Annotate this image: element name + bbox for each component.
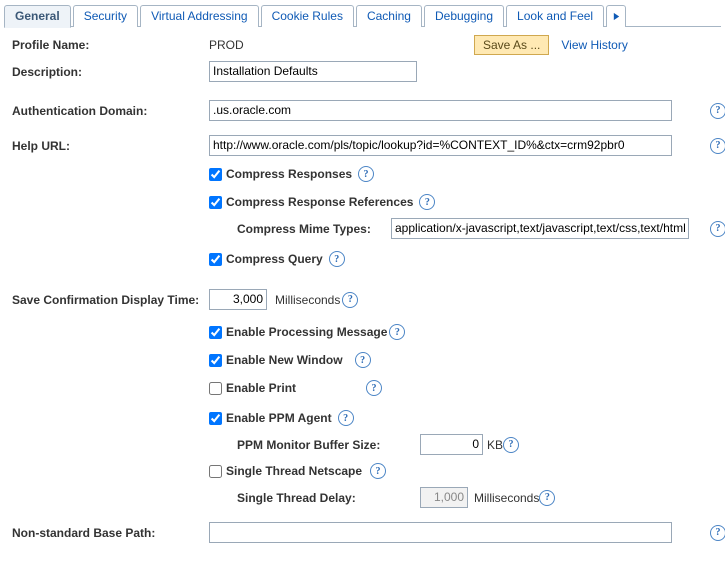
- help-icon[interactable]: ?: [539, 490, 555, 506]
- tab-virtual-addressing[interactable]: Virtual Addressing: [140, 5, 259, 27]
- description-input[interactable]: [209, 61, 417, 82]
- help-icon[interactable]: ?: [366, 380, 382, 396]
- enable-print-label: Enable Print: [226, 381, 296, 395]
- tab-debugging[interactable]: Debugging: [424, 5, 504, 27]
- non-std-base-input[interactable]: [209, 522, 672, 543]
- ms-unit: Milliseconds: [474, 491, 539, 505]
- help-icon[interactable]: ?: [389, 324, 405, 340]
- help-icon[interactable]: ?: [419, 194, 435, 210]
- profile-name-label: Profile Name:: [12, 38, 209, 52]
- enable-print-checkbox[interactable]: [209, 382, 222, 395]
- help-icon[interactable]: ?: [338, 410, 354, 426]
- view-history-link[interactable]: View History: [561, 38, 627, 52]
- compress-mime-types-label: Compress Mime Types:: [237, 222, 387, 236]
- help-icon[interactable]: ?: [710, 221, 725, 237]
- save-conf-time-input[interactable]: [209, 289, 267, 310]
- help-icon[interactable]: ?: [710, 103, 725, 119]
- tab-bar: General Security Virtual Addressing Cook…: [4, 4, 721, 27]
- tab-general[interactable]: General: [4, 5, 71, 28]
- compress-response-refs-label: Compress Response References: [226, 195, 413, 209]
- save-as-button[interactable]: Save As ...: [474, 35, 549, 55]
- tab-look-and-feel[interactable]: Look and Feel: [506, 5, 604, 27]
- tab-caching[interactable]: Caching: [356, 5, 422, 27]
- single-thread-netscape-checkbox[interactable]: [209, 465, 222, 478]
- enable-ppm-label: Enable PPM Agent: [226, 411, 332, 425]
- help-icon[interactable]: ?: [355, 352, 371, 368]
- ppm-buffer-input[interactable]: [420, 434, 483, 455]
- compress-responses-checkbox[interactable]: [209, 168, 222, 181]
- tab-cookie-rules[interactable]: Cookie Rules: [261, 5, 354, 27]
- enable-ppm-checkbox[interactable]: [209, 412, 222, 425]
- help-icon[interactable]: ?: [503, 437, 519, 453]
- tab-security[interactable]: Security: [73, 5, 138, 27]
- enable-new-window-checkbox[interactable]: [209, 354, 222, 367]
- single-thread-netscape-label: Single Thread Netscape: [226, 464, 362, 478]
- help-icon[interactable]: ?: [358, 166, 374, 182]
- enable-proc-msg-checkbox[interactable]: [209, 326, 222, 339]
- kb-unit: KB: [487, 438, 503, 452]
- compress-mime-types-input[interactable]: [391, 218, 689, 239]
- ms-unit: Milliseconds: [275, 293, 340, 307]
- compress-query-label: Compress Query: [226, 252, 323, 266]
- help-url-label: Help URL:: [12, 139, 209, 153]
- single-thread-delay-input: [420, 487, 468, 508]
- help-icon[interactable]: ?: [329, 251, 345, 267]
- auth-domain-label: Authentication Domain:: [12, 104, 209, 118]
- enable-proc-msg-label: Enable Processing Message: [226, 325, 387, 339]
- compress-responses-label: Compress Responses: [226, 167, 352, 181]
- save-conf-time-label: Save Confirmation Display Time:: [12, 293, 209, 307]
- help-icon[interactable]: ?: [710, 525, 725, 541]
- profile-name-value: PROD: [209, 38, 474, 52]
- help-icon[interactable]: ?: [342, 292, 358, 308]
- enable-new-window-label: Enable New Window: [226, 353, 343, 367]
- help-url-input[interactable]: [209, 135, 672, 156]
- help-icon[interactable]: ?: [370, 463, 386, 479]
- description-label: Description:: [12, 65, 209, 79]
- help-icon[interactable]: ?: [710, 138, 725, 154]
- ppm-buffer-label: PPM Monitor Buffer Size:: [237, 438, 392, 452]
- auth-domain-input[interactable]: [209, 100, 672, 121]
- compress-response-refs-checkbox[interactable]: [209, 196, 222, 209]
- tab-scroll-right-icon[interactable]: [606, 5, 626, 27]
- compress-query-checkbox[interactable]: [209, 253, 222, 266]
- non-std-base-label: Non-standard Base Path:: [12, 526, 209, 540]
- general-panel: Profile Name: PROD Save As ... View Hist…: [4, 27, 721, 557]
- single-thread-delay-label: Single Thread Delay:: [237, 491, 392, 505]
